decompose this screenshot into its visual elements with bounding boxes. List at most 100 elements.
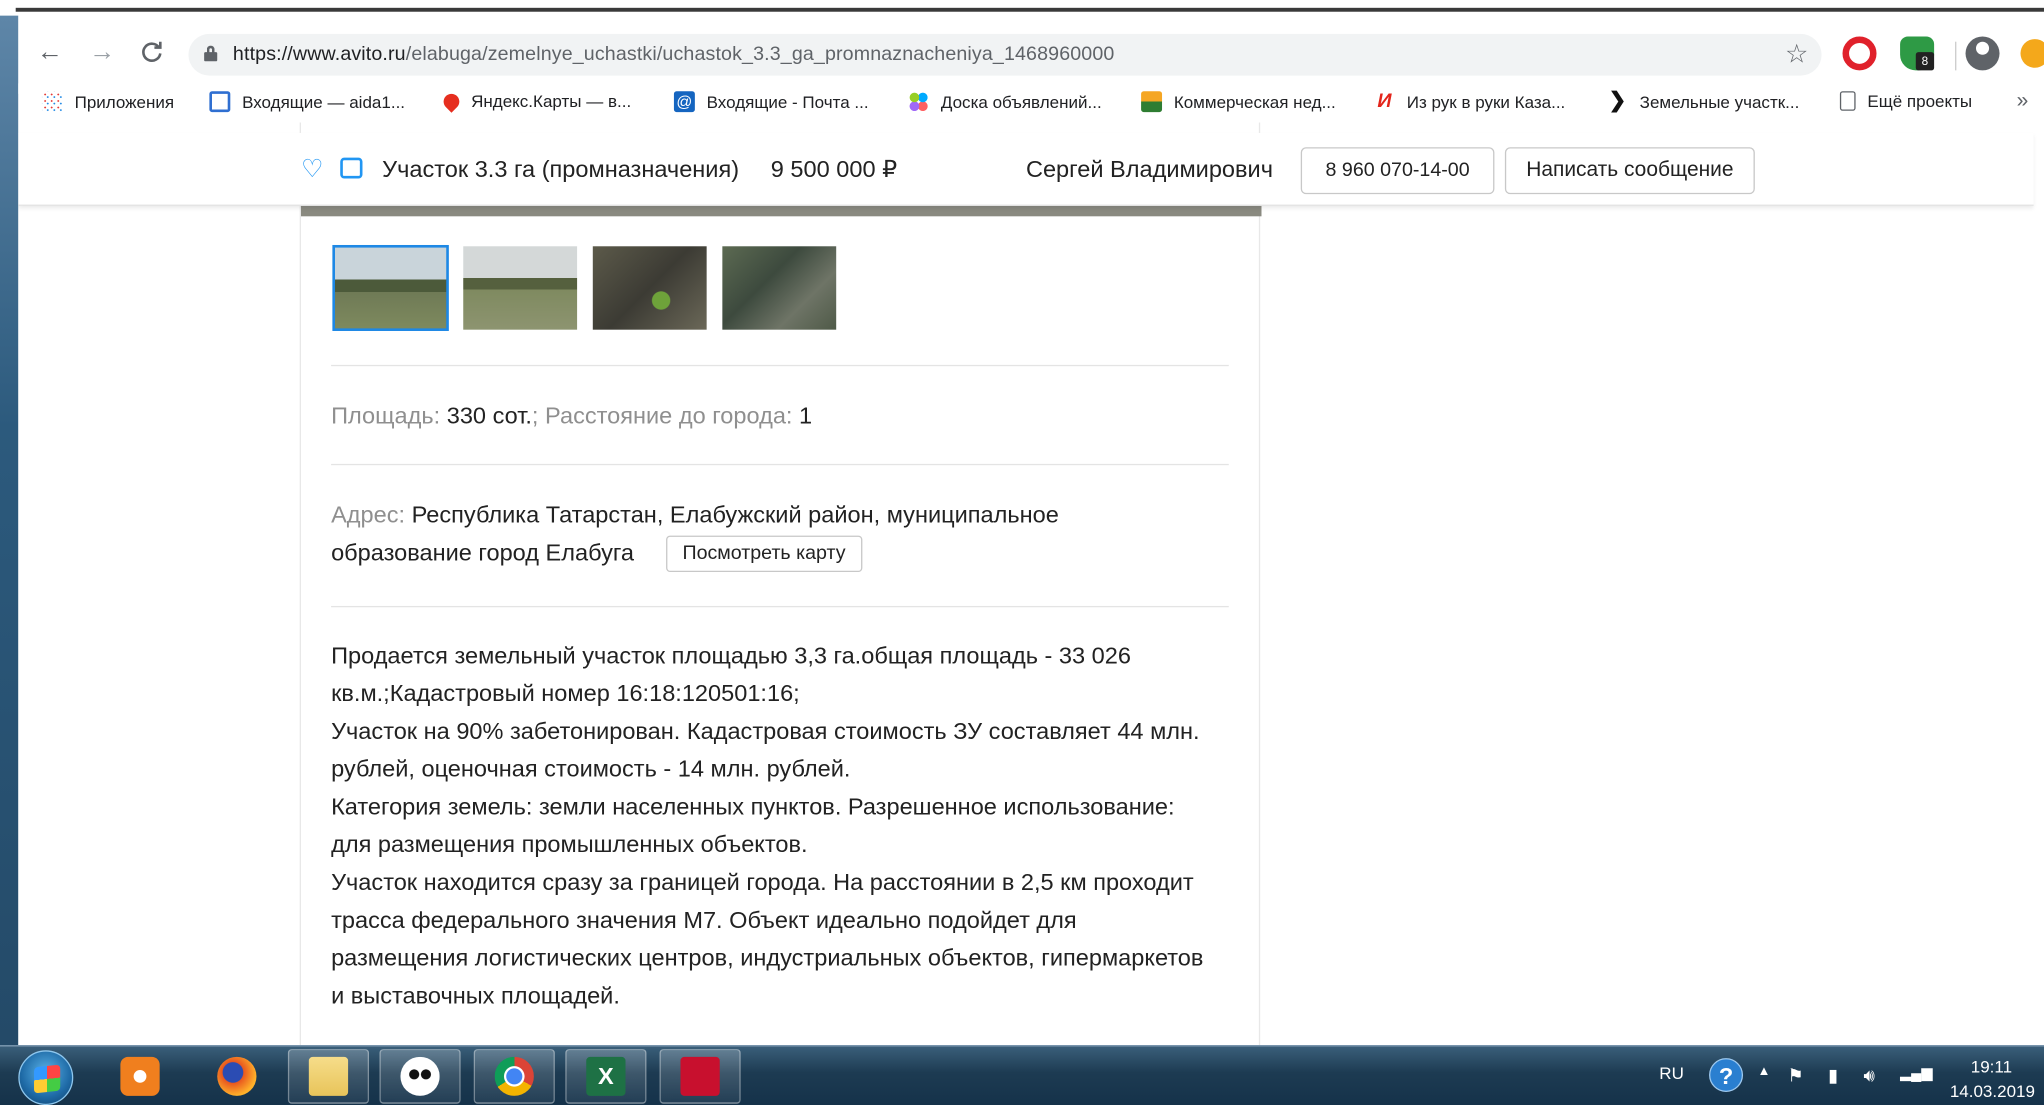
file-explorer-app[interactable]: [287, 1048, 370, 1104]
window-top-frame: [0, 0, 2044, 16]
power-icon[interactable]: ▮: [1828, 1065, 1838, 1087]
web-page: Площадь: 330 сот.; Расстояние до города:…: [18, 122, 2044, 1046]
bookmark-label: Приложения: [74, 91, 175, 112]
note-icon[interactable]: [340, 157, 363, 179]
media-player-app[interactable]: [99, 1049, 180, 1104]
firefox-app[interactable]: [196, 1049, 277, 1104]
divider: [331, 605, 1229, 608]
listing-price: 9 500 000 ₽: [770, 156, 898, 183]
description-line: рублей, оценочная стоимость - 14 млн. ру…: [331, 755, 851, 782]
address-bar[interactable]: https://www.avito.ru/elabuga/zemelnye_uc…: [188, 33, 1822, 76]
distance-value: 1: [799, 402, 813, 429]
clock-time[interactable]: 19:11: [1971, 1057, 2012, 1077]
taskbar: X RU ? ▲ ⚑ ▮ 🔊︎ ▂▄▆ 19:11 14.03.2019: [0, 1045, 2044, 1105]
photo-thumbnail[interactable]: [722, 246, 837, 330]
bookmark-item[interactable]: Яндекс.Карты — в...: [440, 89, 631, 113]
description-line: кв.м.;Кадастровый номер 16:18:120501:16;: [331, 680, 800, 707]
acrobat-app[interactable]: [659, 1048, 741, 1104]
seller-name[interactable]: Сергей Владимирович: [1026, 156, 1273, 183]
listing-title: Участок 3.3 га (промназначения): [382, 156, 740, 183]
screen: ← → https://www.avito.ru/elabuga/zemelny…: [0, 0, 2044, 1105]
bookmark-label: Доска объявлений...: [940, 91, 1102, 112]
bookmark-label: Земельные участк...: [1639, 91, 1800, 112]
excel-app[interactable]: X: [565, 1048, 647, 1104]
account-icon[interactable]: [1965, 36, 2000, 71]
params-line: Площадь: 330 сот.; Расстояние до города:…: [331, 397, 812, 435]
bookmark-label: Ещё проекты: [1867, 91, 1973, 111]
desktop-edge: [0, 15, 19, 1046]
url-host: https://www.avito.ru: [232, 43, 406, 66]
arrow-logo-icon: ❯: [1608, 89, 1627, 113]
chrome-app[interactable]: [473, 1048, 555, 1104]
distance-label: Расстояние до города:: [545, 402, 793, 429]
bookmark-item[interactable]: И Из рук в руки Каза...: [1374, 91, 1565, 112]
params-separator: ;: [531, 402, 539, 429]
action-center-flag-icon[interactable]: ⚑: [1788, 1065, 1804, 1087]
description-line: Участок находится сразу за границей горо…: [331, 869, 1194, 896]
address-label: Адрес:: [331, 501, 406, 528]
at-sign-icon: @: [673, 91, 695, 113]
bookmark-star-icon[interactable]: ☆: [1785, 38, 1808, 71]
bookmark-label: Из рук в руки Каза...: [1406, 91, 1566, 112]
panda-app[interactable]: [379, 1048, 461, 1104]
mail-icon: [209, 91, 231, 113]
photo-thumbnail[interactable]: [332, 244, 449, 331]
area-label: Площадь:: [331, 402, 441, 429]
bookmark-item[interactable]: ❯ Земельные участк...: [1607, 89, 1800, 113]
bookmark-item[interactable]: @ Входящие - Почта ...: [673, 91, 869, 113]
url-path: /elabuga/zemelnye_uchastki/uchastok_3.3_…: [405, 43, 1115, 66]
network-signal-icon[interactable]: ▂▄▆: [1900, 1065, 1932, 1082]
panda-icon: [400, 1056, 440, 1096]
write-message-button[interactable]: Написать сообщение: [1504, 147, 1755, 195]
extension-yellow-icon[interactable]: [2020, 39, 2044, 68]
description-line: Продается земельный участок площадью 3,3…: [331, 642, 1131, 669]
volume-icon[interactable]: 🔊︎: [1863, 1065, 1875, 1087]
bookmark-label: Коммерческая нед...: [1173, 91, 1336, 112]
photo-thumbnail[interactable]: [592, 246, 707, 330]
start-button[interactable]: [18, 1050, 74, 1105]
lock-icon: [204, 45, 218, 62]
opera-extension-icon[interactable]: [1842, 36, 1877, 71]
description-line: размещения логистических центров, индуст…: [331, 944, 1204, 971]
favorite-heart-icon[interactable]: ♡: [301, 155, 323, 185]
photo-thumbnail[interactable]: [463, 246, 578, 330]
apps-grid-icon: [41, 91, 63, 113]
browser-toolbar: ← → https://www.avito.ru/elabuga/zemelny…: [18, 15, 2044, 94]
forward-arrow-icon[interactable]: →: [84, 34, 121, 70]
bookmarks-bar: Приложения Входящие — aida1... Яндекс.Ка…: [18, 83, 2044, 123]
phone-button[interactable]: 8 960 070-14-00: [1300, 147, 1495, 195]
bookmarks-overflow-button[interactable]: »: [2017, 90, 2029, 113]
security-extension-icon[interactable]: 8: [1900, 36, 1935, 71]
show-hidden-icons-icon[interactable]: ▲: [1757, 1065, 1770, 1079]
excel-icon: X: [586, 1056, 626, 1096]
clock-date[interactable]: 14.03.2019: [1950, 1082, 2035, 1102]
show-map-button[interactable]: Посмотреть карту: [665, 535, 863, 573]
sticky-listing-header: ♡ Участок 3.3 га (промназначения) 9 500 …: [18, 132, 2034, 206]
back-arrow-icon[interactable]: ←: [31, 34, 68, 70]
help-icon[interactable]: ?: [1709, 1058, 1744, 1092]
bookmark-item[interactable]: Входящие — aida1...: [209, 91, 406, 113]
description-line: Категория земель: земли населенных пункт…: [331, 793, 1175, 820]
bookmark-item[interactable]: Коммерческая нед...: [1141, 91, 1336, 113]
window-frame-line: [15, 7, 2044, 12]
map-pin-icon: [440, 89, 463, 113]
bookmark-label: Входящие — aida1...: [242, 91, 406, 112]
firefox-icon: [217, 1056, 257, 1096]
windows-logo-icon: [34, 1064, 61, 1094]
bookmark-item[interactable]: Приложения: [41, 91, 175, 113]
avito-dots-icon: [908, 91, 930, 113]
irr-logo-icon: И: [1377, 89, 1392, 113]
divider: [331, 364, 1229, 367]
bookmark-label: Входящие - Почта ...: [706, 91, 869, 112]
bookmark-item[interactable]: Ещё проекты: [1839, 91, 1973, 111]
acrobat-icon: [680, 1056, 720, 1096]
bookmark-item[interactable]: Доска объявлений...: [908, 91, 1102, 113]
reload-icon[interactable]: [133, 34, 170, 70]
url-text[interactable]: https://www.avito.ru/elabuga/zemelnye_uc…: [233, 43, 1115, 65]
address-line-1: Республика Татарстан, Елабужский район, …: [411, 501, 1059, 528]
address-block: Адрес: Республика Татарстан, Елабужский …: [331, 496, 1234, 573]
language-indicator[interactable]: RU: [1659, 1063, 1684, 1083]
address-line-2: образование город Елабуга: [331, 539, 635, 566]
area-value: 330 сот.: [446, 402, 532, 429]
building-icon: [1141, 91, 1163, 113]
